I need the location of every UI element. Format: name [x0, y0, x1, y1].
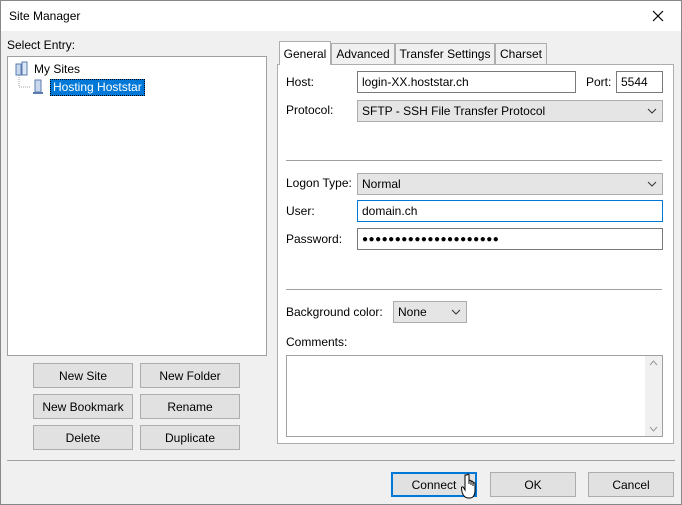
separator	[286, 160, 662, 161]
scroll-up-icon[interactable]	[649, 360, 658, 366]
connect-label: Connect	[411, 477, 457, 492]
rename-label: Rename	[167, 399, 213, 414]
tab-charset[interactable]: Charset	[495, 43, 547, 64]
chevron-down-icon	[451, 309, 461, 315]
protocol-value: SFTP - SSH File Transfer Protocol	[362, 104, 546, 118]
tree-item-hosting-hoststar[interactable]: Hosting Hoststar	[30, 78, 145, 96]
hand-cursor-icon	[461, 473, 476, 499]
password-label: Password:	[286, 232, 343, 246]
new-folder-label: New Folder	[159, 368, 221, 383]
rename-button[interactable]: Rename	[140, 394, 240, 419]
host-label: Host:	[286, 75, 315, 89]
port-value: 5544	[621, 75, 648, 89]
new-folder-button[interactable]: New Folder	[140, 363, 240, 388]
port-input[interactable]: 5544	[616, 71, 663, 93]
tab-label: Advanced	[336, 47, 390, 61]
user-label: User:	[286, 204, 315, 218]
site-tree[interactable]: My Sites Hosting Hoststar	[7, 56, 267, 356]
site-manager-window: Site Manager Select Entry: My Sites Host…	[0, 0, 682, 505]
user-input[interactable]: domain.ch	[357, 200, 663, 222]
protocol-label: Protocol:	[286, 103, 334, 117]
ok-button[interactable]: OK	[490, 472, 576, 497]
delete-label: Delete	[65, 430, 101, 445]
duplicate-button[interactable]: Duplicate	[140, 425, 240, 450]
cancel-label: Cancel	[612, 477, 650, 492]
protocol-select[interactable]: SFTP - SSH File Transfer Protocol	[357, 100, 663, 122]
background-color-value: None	[398, 305, 427, 319]
select-entry-label: Select Entry:	[7, 38, 76, 52]
tab-general[interactable]: General	[279, 41, 331, 65]
comments-textarea[interactable]	[286, 355, 663, 437]
tab-label: General	[283, 46, 327, 61]
comments-label: Comments:	[286, 335, 348, 349]
tab-label: Charset	[499, 47, 543, 61]
logon-type-select[interactable]: Normal	[357, 173, 663, 195]
footer-separator	[7, 460, 675, 461]
site-group-icon	[15, 61, 28, 76]
comments-scrollbar[interactable]	[645, 356, 662, 436]
new-site-label: New Site	[58, 368, 108, 383]
tab-label: Transfer Settings	[399, 47, 491, 61]
background-color-select[interactable]: None	[393, 301, 467, 323]
tab-transfer-settings[interactable]: Transfer Settings	[395, 43, 495, 64]
ok-label: OK	[524, 477, 542, 492]
background-color-label: Background color:	[286, 305, 383, 319]
tree-item-my-sites[interactable]: My Sites	[14, 60, 80, 78]
tree-item-label: My Sites	[34, 62, 81, 76]
server-icon	[33, 79, 43, 94]
host-value: login-XX.hoststar.ch	[362, 75, 469, 89]
cancel-button[interactable]: Cancel	[588, 472, 674, 497]
tab-advanced[interactable]: Advanced	[331, 43, 395, 64]
close-button[interactable]	[635, 1, 681, 31]
title-bar: Site Manager	[1, 1, 681, 31]
password-input[interactable]: ●●●●●●●●●●●●●●●●●●●●●	[357, 228, 663, 250]
window-title: Site Manager	[9, 9, 81, 23]
new-site-button[interactable]: New Site	[33, 363, 133, 388]
separator	[286, 289, 662, 290]
tree-item-label-selected: Hosting Hoststar	[50, 78, 145, 96]
port-label: Port:	[586, 75, 612, 89]
new-bookmark-button[interactable]: New Bookmark	[33, 394, 133, 419]
host-input[interactable]: login-XX.hoststar.ch	[357, 71, 576, 93]
delete-button[interactable]: Delete	[33, 425, 133, 450]
logon-type-label: Logon Type:	[286, 176, 352, 190]
scroll-down-icon[interactable]	[649, 426, 658, 432]
chevron-down-icon	[647, 181, 657, 187]
logon-type-value: Normal	[362, 177, 401, 191]
password-value: ●●●●●●●●●●●●●●●●●●●●●	[362, 233, 500, 245]
duplicate-label: Duplicate	[164, 430, 216, 445]
user-value: domain.ch	[362, 204, 418, 218]
new-bookmark-label: New Bookmark	[42, 399, 124, 414]
close-icon	[652, 10, 664, 22]
chevron-down-icon	[647, 108, 657, 114]
